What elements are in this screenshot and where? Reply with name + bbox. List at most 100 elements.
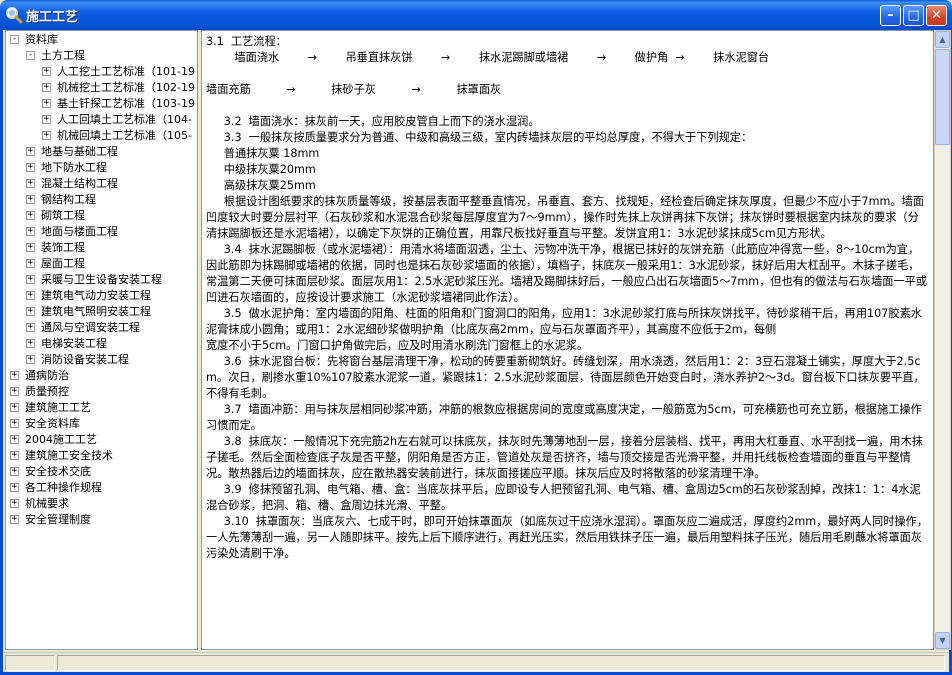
tree-item-label: 基土钎探工艺标准（103-19: [57, 97, 195, 110]
expand-icon[interactable]: +: [26, 323, 35, 332]
maximize-icon: □: [907, 8, 920, 23]
minimize-button[interactable]: –: [880, 5, 901, 26]
tree-item-label: 地基与基础工程: [41, 145, 118, 158]
doc-paragraph: 中级抹灰粟20mm: [206, 163, 316, 176]
close-button[interactable]: ✕: [926, 5, 947, 26]
doc-paragraph: 高级抹灰粟25mm: [206, 179, 316, 192]
expand-icon[interactable]: +: [10, 515, 19, 524]
expand-icon[interactable]: +: [10, 387, 19, 396]
tree-item-label: 机械挖土工艺标准（102-19: [57, 81, 195, 94]
close-icon: ✕: [931, 8, 942, 23]
doc-paragraph: 3.7 墙面冲筋：用与抹灰层相同砂浆冲筋，冲筋的根数应根据房间的宽度或高度决定，…: [206, 403, 922, 432]
status-bar: [3, 652, 949, 672]
expand-icon[interactable]: +: [26, 355, 35, 364]
tree-item-label: 土方工程: [41, 49, 85, 62]
tree-item-label: 质量预控: [25, 385, 69, 398]
tree-item-label: 混凝土结构工程: [41, 177, 118, 190]
doc-paragraph: 宽度不小于5cm。门窗口护角做完后，应及时用清水刷洗门窗框上的水泥浆。: [206, 339, 589, 352]
document-view[interactable]: 3.1 工艺流程： 墙面浇水 → 吊垂直抹灰饼 → 抹水泥踢脚或墙裙 → 做护角…: [201, 30, 934, 650]
tree-item-label: 2004施工工艺: [25, 433, 97, 446]
doc-paragraph: 3.1 工艺流程：: [206, 35, 287, 48]
tree-item-label: 装饰工程: [41, 241, 85, 254]
expand-icon[interactable]: +: [26, 259, 35, 268]
tree-item-label: 安全技术交底: [25, 465, 91, 478]
expand-icon[interactable]: +: [26, 179, 35, 188]
tree-item-label: 机械要求: [25, 497, 69, 510]
expand-icon[interactable]: +: [10, 499, 19, 508]
expand-icon[interactable]: +: [26, 163, 35, 172]
doc-paragraph: 3.3 一般抹灰按质量要求分为普通、中级和高级三级，室内砖墙抹灰层的平均总厚度，…: [206, 131, 753, 144]
expand-icon[interactable]: +: [10, 403, 19, 412]
tree-item-label: 安全资料库: [25, 417, 80, 430]
tree-item-label: 地下防水工程: [41, 161, 107, 174]
tree-item-label: 机械回填土工艺标准（105-: [57, 129, 192, 142]
tree-item-label: 电梯安装工程: [41, 337, 107, 350]
expand-icon[interactable]: +: [10, 451, 19, 460]
arrow-down-icon: ▼: [939, 636, 946, 645]
tree-item-label: 地面与楼面工程: [41, 225, 118, 238]
tree-item-label: 建筑施工工艺: [25, 401, 91, 414]
expand-icon[interactable]: +: [26, 227, 35, 236]
expand-icon[interactable]: +: [10, 371, 19, 380]
expand-icon[interactable]: +: [26, 211, 35, 220]
expand-icon[interactable]: +: [42, 83, 51, 92]
expand-icon[interactable]: +: [26, 195, 35, 204]
collapse-icon[interactable]: -: [26, 51, 35, 60]
tree-item-label: 建筑电气照明安装工程: [41, 305, 151, 318]
doc-paragraph: 3.8 抹底灰：一般情况下充完筋2h左右就可以抹底灰，抹灰时先薄薄地刮一层，接着…: [206, 435, 923, 480]
doc-paragraph: 3.4 抹水泥踢脚板（或水泥墙裙）：用清水将墙面泅透，尘土、污物冲洗干净，根据已…: [206, 243, 928, 304]
expand-icon[interactable]: +: [10, 435, 19, 444]
doc-paragraph: 3.10 抹罩面灰：当底灰六、七成干时，即可开始抹罩面灰（如底灰过干应浇水湿润）…: [206, 515, 928, 560]
tree-item-label: 人工挖土工艺标准（101-19: [57, 65, 195, 78]
doc-paragraph: 3.9 修抹预留孔洞、电气箱、槽、盒：当底灰抹平后，应即设专人把预留孔洞、电气箱…: [206, 483, 921, 512]
expand-icon[interactable]: +: [26, 275, 35, 284]
doc-paragraph: 墙面充筋 → 抹砂子灰 → 抹罩面灰: [206, 83, 502, 96]
document-text: 3.1 工艺流程： 墙面浇水 → 吊垂直抹灰饼 → 抹水泥踢脚或墙裙 → 做护角…: [206, 34, 929, 562]
doc-paragraph: [206, 98, 929, 114]
tree-item-label: 人工回填土工艺标准（104-: [57, 113, 192, 126]
expand-icon[interactable]: +: [26, 147, 35, 156]
expand-icon[interactable]: +: [26, 339, 35, 348]
tree-item-label: 采暖与卫生设备安装工程: [41, 273, 162, 286]
doc-paragraph: 普通抹灰粟 18mm: [206, 147, 320, 160]
tree-view[interactable]: - 资料库 - 土方工程 + 人工挖土工艺标准（101-19 + 机械挖土工艺标准（102…: [5, 30, 198, 650]
status-pane-left: [5, 655, 55, 671]
tree-item-label: 通病防治: [25, 369, 69, 382]
scroll-down-button[interactable]: ▼: [935, 632, 950, 649]
doc-paragraph: 3.2 墙面浇水：抹灰前一天，应用胶皮管自上而下的浇水湿润。: [206, 115, 540, 128]
scroll-up-button[interactable]: ▲: [935, 31, 950, 48]
doc-paragraph: 根据设计图纸要求的抹灰质量等级，按基层表面平整垂直情况，吊垂直、套方、找规矩，经…: [206, 195, 924, 240]
expand-icon[interactable]: +: [26, 243, 35, 252]
expand-icon[interactable]: +: [26, 307, 35, 316]
expand-icon[interactable]: +: [10, 467, 19, 476]
doc-paragraph: 3.5 做水泥护角：室内墙面的阳角、柱面的阳角和门窗洞口的阳角，应用1：3水泥砂…: [206, 307, 922, 336]
title-bar[interactable]: 施工工艺 – □ ✕: [0, 0, 952, 30]
window-frame: - 资料库 - 土方工程 + 人工挖土工艺标准（101-19 + 机械挖土工艺标准（102…: [0, 30, 952, 675]
expand-icon[interactable]: +: [42, 115, 51, 124]
doc-paragraph: [206, 66, 929, 82]
expand-icon[interactable]: +: [26, 291, 35, 300]
scroll-thumb[interactable]: [935, 49, 950, 145]
arrow-up-icon: ▲: [939, 35, 946, 44]
tree-item-label: 建筑施工安全技术: [25, 449, 113, 462]
collapse-icon[interactable]: -: [10, 35, 19, 44]
tree-item-label: 建筑电气动力安装工程: [41, 289, 151, 302]
tree-item-label: 安全管理制度: [25, 513, 91, 526]
tree-item-label: 屋面工程: [41, 257, 85, 270]
doc-paragraph: 3.6 抹水泥窗台板：先将窗台基层清理干净，松动的砖要重新砌筑好。砖缝划深，用水…: [206, 355, 925, 400]
expand-icon[interactable]: +: [10, 483, 19, 492]
tree-item-label: 各工种操作规程: [25, 481, 102, 494]
expand-icon[interactable]: +: [42, 67, 51, 76]
minimize-icon: –: [887, 8, 894, 23]
tree-item-label: 钢结构工程: [41, 193, 96, 206]
doc-paragraph: 墙面浇水 → 吊垂直抹灰饼 → 抹水泥踢脚或墙裙 → 做护角 → 抹水泥窗台: [206, 51, 770, 64]
magnifier-icon: [6, 7, 23, 24]
expand-icon[interactable]: +: [10, 419, 19, 428]
expand-icon[interactable]: +: [42, 131, 51, 140]
maximize-button[interactable]: □: [903, 5, 924, 26]
status-pane-main: [57, 655, 945, 671]
tree-root-label: 资料库: [25, 33, 58, 46]
expand-icon[interactable]: +: [42, 99, 51, 108]
tree-item-label: 砌筑工程: [41, 209, 85, 222]
vertical-scrollbar[interactable]: ▲ ▼: [934, 30, 951, 650]
